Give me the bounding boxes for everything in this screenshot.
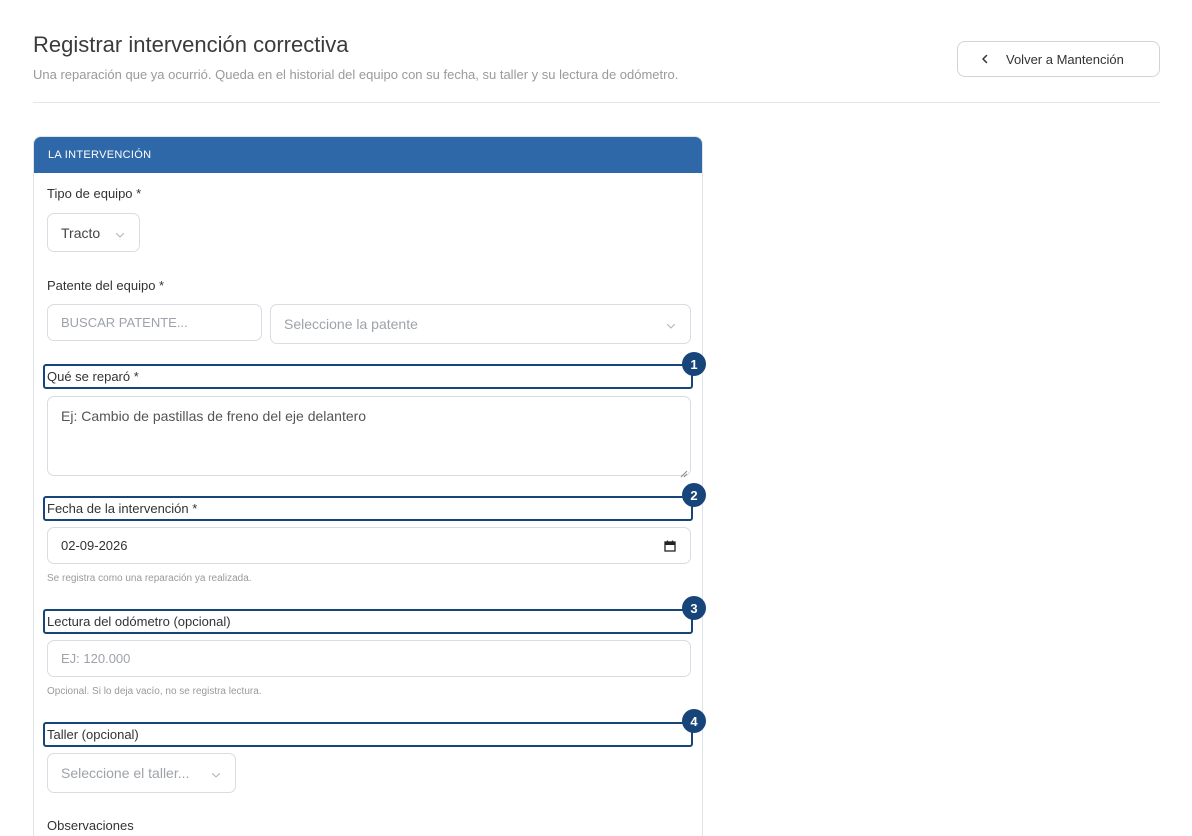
chevron-left-icon bbox=[978, 52, 992, 66]
date-help-text: Se registra como una reparación ya reali… bbox=[47, 573, 252, 584]
intervention-date-value: 02-09-2026 bbox=[61, 538, 128, 553]
equipment-type-label: Tipo de equipo * bbox=[47, 186, 142, 201]
repair-description-placeholder: Ej: Cambio de pastillas de freno del eje… bbox=[61, 408, 367, 424]
intervention-date-label: Fecha de la intervención * bbox=[47, 501, 198, 516]
workshop-label: Taller (opcional) bbox=[47, 727, 139, 742]
resize-grip-icon[interactable] bbox=[680, 465, 688, 478]
odometer-help-text: Opcional. Si lo deja vacío, no se regist… bbox=[47, 686, 262, 697]
plate-select-placeholder: Seleccione la patente bbox=[284, 316, 418, 332]
intervention-date-input[interactable]: 02-09-2026 bbox=[47, 527, 691, 564]
marker-badge-2: 2 bbox=[682, 483, 706, 507]
calendar-icon[interactable] bbox=[664, 540, 676, 552]
plate-select[interactable]: Seleccione la patente bbox=[270, 304, 691, 344]
back-button-label: Volver a Mantención bbox=[1006, 51, 1124, 67]
odometer-placeholder: EJ: 120.000 bbox=[61, 651, 131, 666]
page: Registrar intervención correctiva Una re… bbox=[0, 0, 1192, 836]
repair-description-label: Qué se reparó * bbox=[47, 369, 139, 384]
chevron-down-icon bbox=[666, 318, 676, 329]
workshop-placeholder: Seleccione el taller... bbox=[61, 765, 190, 781]
odometer-label: Lectura del odómetro (opcional) bbox=[47, 614, 231, 629]
odometer-input[interactable]: EJ: 120.000 bbox=[47, 640, 691, 677]
equipment-type-select[interactable]: Tracto bbox=[47, 213, 140, 252]
plate-label: Patente del equipo * bbox=[47, 278, 165, 293]
marker-badge-3: 3 bbox=[682, 596, 706, 620]
chevron-down-icon bbox=[211, 767, 221, 778]
repair-description-textarea[interactable]: Ej: Cambio de pastillas de freno del eje… bbox=[47, 396, 691, 478]
card-title: LA INTERVENCIÓN bbox=[48, 149, 152, 161]
intervention-card: LA INTERVENCIÓN Tipo de equipo * Tracto … bbox=[33, 136, 703, 836]
chevron-down-icon bbox=[115, 227, 125, 238]
observations-label: Observaciones bbox=[47, 818, 134, 833]
back-to-maintenance-button[interactable]: Volver a Mantención bbox=[957, 41, 1160, 77]
marker-badge-4: 4 bbox=[682, 709, 706, 733]
plate-search-placeholder: BUSCAR PATENTE... bbox=[61, 315, 188, 330]
workshop-select[interactable]: Seleccione el taller... bbox=[47, 753, 236, 793]
plate-search-input[interactable]: BUSCAR PATENTE... bbox=[47, 304, 262, 341]
equipment-type-value: Tracto bbox=[61, 224, 101, 241]
marker-badge-1: 1 bbox=[682, 352, 706, 376]
header-divider bbox=[33, 102, 1160, 103]
card-header: LA INTERVENCIÓN bbox=[34, 137, 702, 173]
